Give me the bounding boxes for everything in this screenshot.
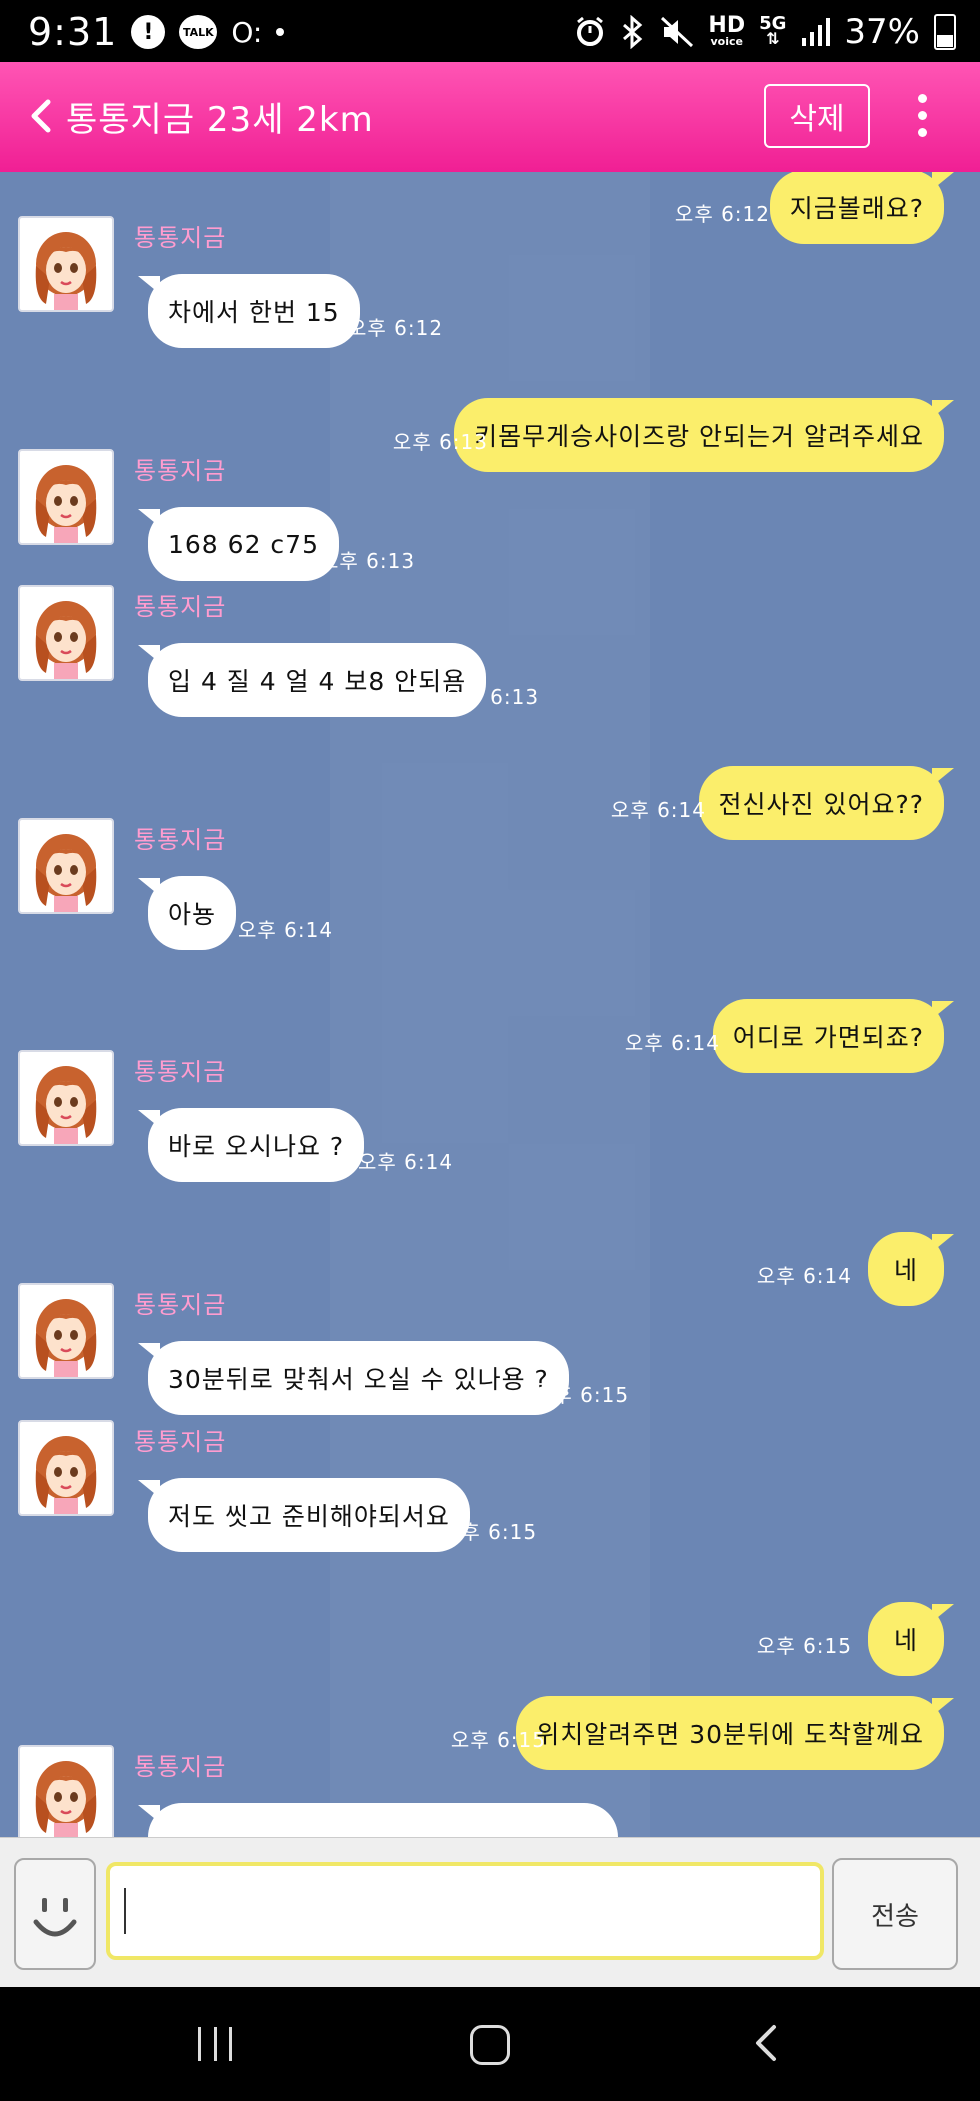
my-message-bubble[interactable]: 전신사진 있어요?? <box>698 766 954 840</box>
chat-title: 통통지금 23세 2km <box>66 100 374 140</box>
bluetooth-icon <box>623 15 643 49</box>
received-message-bubble[interactable]: 차에서 한번 15 <box>138 274 360 348</box>
mute-icon <box>661 16 694 48</box>
network-5g-icon: 5G ⇅ <box>759 15 786 47</box>
hd-voice-icon: HD voice <box>708 13 746 48</box>
received-message-bubble[interactable]: 저도 씻고 준비해야되서요 <box>138 1478 470 1552</box>
smiley-icon <box>33 1898 77 1937</box>
home-icon[interactable] <box>470 2025 510 2065</box>
back-arrow-icon[interactable] <box>24 98 60 134</box>
received-message-bubble[interactable]: 30분뒤로 맞춰서 오실 수 있나용 ? <box>138 1341 569 1415</box>
message-time: 오후 6:14 <box>238 918 334 942</box>
talk-icon: TALK <box>179 15 218 49</box>
message-input[interactable] <box>106 1862 824 1960</box>
message-time: 오후 6:14 <box>610 798 706 822</box>
chat-header: 통통지금 23세 2km 삭제 <box>0 62 980 172</box>
chat-messages[interactable]: 지금볼래요? 오후 6:12 통통지금 차에서 한번 15 오후 6:12 키몸무게승사… <box>0 172 980 1837</box>
sender-name: 통통지금 <box>134 457 227 485</box>
sender-avatar[interactable] <box>18 449 114 545</box>
sender-name: 통통지금 <box>134 224 227 252</box>
sender-avatar[interactable] <box>18 1050 114 1146</box>
delete-button[interactable]: 삭제 <box>764 84 870 148</box>
received-message-bubble[interactable]: 아뇽 <box>137 876 237 950</box>
status-time: 9:31 <box>28 10 118 54</box>
sender-name: 통통지금 <box>134 1058 227 1086</box>
my-message-bubble[interactable]: 어디로 가면되죠? <box>712 999 955 1073</box>
more-options-icon[interactable] <box>912 94 932 144</box>
message-time: 오후 6:12 <box>348 316 444 340</box>
status-bar: 9:31 ! TALK O: HD voice 5G ⇅ 37% <box>0 0 980 62</box>
nav-back-icon[interactable] <box>748 2023 788 2063</box>
notification-icon: O: <box>231 15 263 49</box>
message-time: 오후 6:15 <box>450 1728 546 1752</box>
sender-avatar[interactable] <box>18 1745 114 1837</box>
message-time: 오후 6:12 <box>674 202 770 226</box>
text-caret <box>124 1888 126 1934</box>
sender-avatar[interactable] <box>18 1420 114 1516</box>
sender-avatar[interactable] <box>18 216 114 312</box>
my-message-bubble[interactable]: 키몸무게승사이즈랑 안되는거 알려주세요 <box>454 398 954 472</box>
message-time: 오후 6:13 <box>392 430 488 454</box>
received-message-bubble[interactable]: 바로 오시나요 ? <box>137 1108 365 1182</box>
my-message-bubble[interactable]: 네 <box>868 1602 954 1676</box>
hd-label: HD <box>708 13 746 38</box>
message-time: 오후 6:15 <box>442 1520 538 1544</box>
alert-icon: ! <box>131 15 166 49</box>
received-message-bubble[interactable] <box>138 1803 618 1837</box>
message-time: 오후 6:13 <box>320 549 416 573</box>
signal-icon <box>802 18 831 46</box>
received-message-bubble[interactable]: 입 4 질 4 얼 4 보8 안되욤 <box>137 643 487 717</box>
message-time: 오후 6:15 <box>756 1634 852 1658</box>
sender-avatar[interactable] <box>18 585 114 681</box>
battery-icon <box>934 14 956 50</box>
send-button[interactable]: 전송 <box>832 1858 958 1970</box>
message-time: 오후 6:14 <box>358 1150 454 1174</box>
sender-name: 통통지금 <box>134 593 227 621</box>
alarm-icon <box>577 16 604 46</box>
message-time: 오후 6:14 <box>756 1264 852 1288</box>
message-time: 오후 6:13 <box>444 685 540 709</box>
message-time: 오후 6:14 <box>624 1031 720 1055</box>
emoticon-button[interactable] <box>14 1858 96 1970</box>
sender-name: 통통지금 <box>134 1291 227 1319</box>
sender-name: 통통지금 <box>134 1753 227 1781</box>
my-message-bubble[interactable]: 네 <box>868 1232 954 1306</box>
message-time: 오후 6:15 <box>534 1383 630 1407</box>
received-message-bubble[interactable]: 168 62 c75 <box>138 507 339 581</box>
more-notifications-dot-icon <box>276 28 285 36</box>
voice-label: voice <box>710 35 743 48</box>
sender-avatar[interactable] <box>18 1283 114 1379</box>
sender-name: 통통지금 <box>134 1428 227 1456</box>
system-nav-bar <box>0 1987 980 2101</box>
my-message-bubble[interactable]: 지금볼래요? <box>769 172 955 244</box>
sender-name: 통통지금 <box>134 826 227 854</box>
sender-avatar[interactable] <box>18 818 114 914</box>
my-message-bubble[interactable]: 위치알려주면 30분뒤에 도착할께요 <box>516 1696 954 1770</box>
battery-percent: 37% <box>844 12 920 52</box>
recent-apps-icon[interactable] <box>198 2027 232 2061</box>
message-input-bar: 전송 <box>0 1837 980 1988</box>
